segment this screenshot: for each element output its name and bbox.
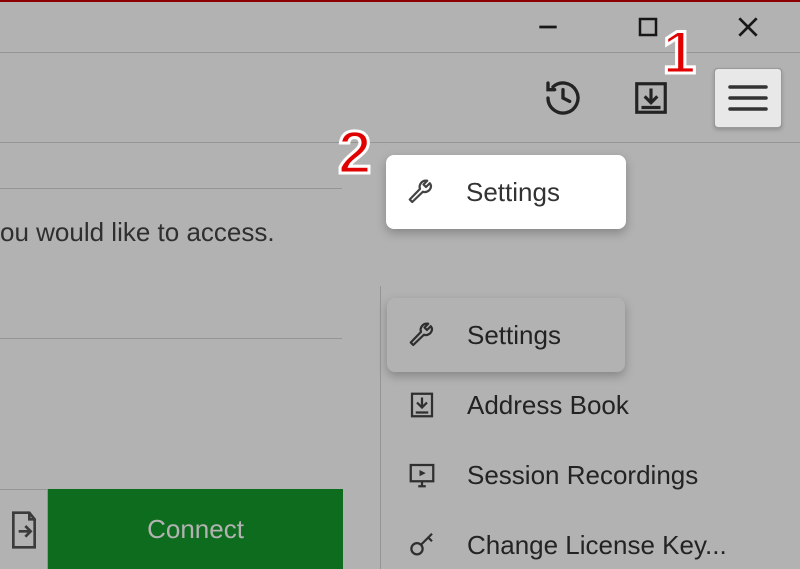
maximize-button[interactable] — [626, 7, 670, 47]
menu-item-change-license-key[interactable]: Change License Key... — [381, 510, 800, 569]
menu-item-address-book[interactable]: Address Book — [381, 370, 800, 440]
install-button[interactable] — [626, 73, 676, 123]
history-icon — [543, 78, 583, 118]
remote-address-panel: ou would like to access. — [0, 188, 342, 339]
connect-button[interactable]: Connect — [48, 489, 343, 569]
maximize-icon — [636, 15, 660, 39]
menu-item-label: Settings — [467, 320, 561, 351]
main-menu-button-highlight[interactable] — [714, 68, 782, 128]
menu-item-settings-highlight[interactable]: Settings — [386, 155, 626, 229]
toolbar — [0, 53, 800, 143]
close-icon — [735, 14, 761, 40]
wrench-icon — [404, 175, 438, 209]
titlebar — [0, 0, 800, 53]
menu-item-settings[interactable]: Settings — [381, 300, 800, 370]
menu-item-label: Address Book — [467, 390, 629, 421]
minimize-button[interactable] — [526, 7, 570, 47]
close-button[interactable] — [726, 7, 770, 47]
file-arrow-icon — [8, 510, 40, 550]
menu-item-label: Session Recordings — [467, 460, 698, 491]
address-book-icon — [405, 388, 439, 422]
minimize-icon — [535, 14, 561, 40]
history-button[interactable] — [538, 73, 588, 123]
hamburger-icon — [726, 81, 770, 115]
install-icon — [632, 79, 670, 117]
menu-item-label: Change License Key... — [467, 530, 727, 561]
connect-label: Connect — [147, 514, 244, 545]
wrench-icon — [405, 318, 439, 352]
main-menu-dropdown: Settings Address Book — [380, 286, 800, 569]
menu-item-label: Settings — [466, 177, 560, 208]
bottom-row: Connect — [0, 489, 343, 569]
prompt-text: ou would like to access. — [0, 217, 336, 248]
file-transfer-button[interactable] — [0, 489, 48, 569]
menu-item-session-recordings[interactable]: Session Recordings — [381, 440, 800, 510]
key-icon — [405, 528, 439, 562]
play-monitor-icon — [405, 458, 439, 492]
